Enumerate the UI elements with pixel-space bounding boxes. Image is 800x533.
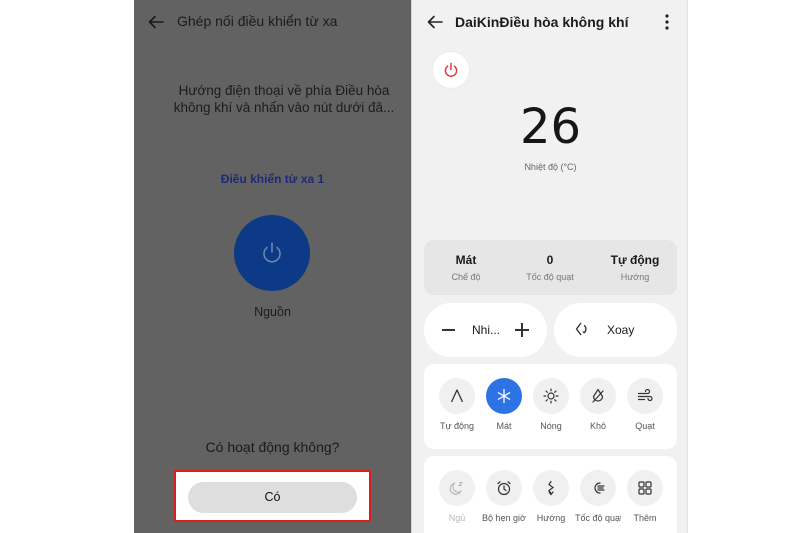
- power-test-button[interactable]: [234, 215, 310, 291]
- more-button[interactable]: Thêm: [622, 470, 668, 523]
- alarm-clock-icon: [486, 470, 522, 506]
- auto-mode-icon: [439, 378, 475, 414]
- instruction-line-1: Hướng điện thoại về phía Điều hòa: [178, 83, 390, 98]
- swing-icon: [574, 320, 592, 338]
- function-grid: Ngủ Bộ hẹn giờ Hướng Tốc độ quạt Thêm: [424, 456, 677, 533]
- remote-name: Điều khiển từ xa 1: [220, 172, 325, 186]
- direction-button[interactable]: Hướng: [528, 470, 574, 523]
- status-direction-value: Tự động: [610, 253, 660, 267]
- timer-label: Bộ hẹn giờ: [482, 513, 526, 523]
- sleep-button[interactable]: Ngủ: [434, 470, 480, 523]
- status-mode-label: Chế độ: [451, 272, 481, 282]
- more-options-icon[interactable]: [659, 12, 675, 32]
- grid-more-icon: [627, 470, 663, 506]
- back-arrow-icon[interactable]: [146, 12, 166, 32]
- mode-cool-label: Mát: [496, 421, 512, 431]
- mode-auto-label: Tự động: [439, 421, 475, 431]
- more-label: Thêm: [633, 513, 657, 523]
- pairing-screen: Ghép nối điều khiển từ xa Hướng điện tho…: [134, 0, 411, 533]
- sleep-moon-icon: [439, 470, 475, 506]
- status-fan-speed: 0 Tốc độ quạt: [508, 253, 592, 282]
- fan-wind-icon: [627, 378, 663, 414]
- temperature-control: Nhi...: [424, 303, 547, 357]
- mode-dry[interactable]: Khô: [575, 378, 621, 431]
- power-icon: [444, 62, 458, 77]
- status-fan-speed-label: Tốc độ quạt: [526, 272, 574, 282]
- mode-fan[interactable]: Quạt: [622, 378, 668, 431]
- power-button[interactable]: [433, 52, 469, 88]
- instruction-line-2: không khí và nhấn vào nút dưới đâ...: [173, 100, 395, 115]
- status-mode-value: Mát: [455, 253, 477, 267]
- fan-speed-icon: [580, 470, 616, 506]
- mode-heat-label: Nóng: [540, 421, 562, 431]
- snowflake-icon: [486, 378, 522, 414]
- status-fan-speed-value: 0: [546, 253, 554, 267]
- sun-icon: [533, 378, 569, 414]
- yes-button[interactable]: Có: [188, 482, 357, 513]
- mode-selector: Tự động Mát Nóng Khô Quạt: [424, 364, 677, 449]
- power-icon: [263, 242, 281, 263]
- temperature-label: Nhiệt độ (°C): [524, 162, 577, 172]
- swing-label: Xoay: [607, 323, 635, 337]
- highlight-frame: Có: [174, 470, 371, 522]
- device-title: DaiKinĐiều hòa không khí: [455, 14, 629, 30]
- temperature-value: 26: [519, 99, 582, 155]
- temp-increase-button[interactable]: [515, 323, 529, 337]
- back-arrow-icon[interactable]: [425, 12, 445, 32]
- temp-decrease-button[interactable]: [442, 329, 455, 331]
- page-title: Ghép nối điều khiển từ xa: [177, 13, 338, 29]
- status-panel: Mát Chế độ 0 Tốc độ quạt Tự động Hướng: [424, 240, 677, 295]
- direction-label: Hướng: [536, 513, 566, 523]
- ac-control-screen: DaiKinĐiều hòa không khí 26 Nhiệt độ (°C…: [411, 0, 688, 533]
- sleep-label: Ngủ: [448, 513, 466, 523]
- status-direction-label: Hướng: [620, 272, 650, 282]
- fan-speed-button[interactable]: Tốc độ quạt: [575, 470, 621, 523]
- temp-control-label: Nhi...: [472, 323, 501, 337]
- mode-auto[interactable]: Tự động: [434, 378, 480, 431]
- mode-fan-label: Quạt: [635, 421, 655, 431]
- mode-dry-label: Khô: [589, 421, 606, 431]
- status-direction: Tự động Hướng: [593, 253, 677, 282]
- instruction-text: Hướng điện thoại về phía Điều hòa không …: [156, 82, 411, 116]
- screenshot-page: Ghép nối điều khiển từ xa Hướng điện tho…: [0, 0, 800, 533]
- confirm-question: Có hoạt động không?: [205, 439, 340, 455]
- status-mode: Mát Chế độ: [424, 253, 508, 282]
- direction-icon: [533, 470, 569, 506]
- fan-speed-label: Tốc độ quạt: [575, 513, 621, 523]
- timer-button[interactable]: Bộ hẹn giờ: [481, 470, 527, 523]
- power-label: Nguồn: [254, 305, 291, 319]
- mode-cool[interactable]: Mát: [481, 378, 527, 431]
- swing-button[interactable]: Xoay: [554, 303, 677, 357]
- mode-heat[interactable]: Nóng: [528, 378, 574, 431]
- dry-drop-icon: [580, 378, 616, 414]
